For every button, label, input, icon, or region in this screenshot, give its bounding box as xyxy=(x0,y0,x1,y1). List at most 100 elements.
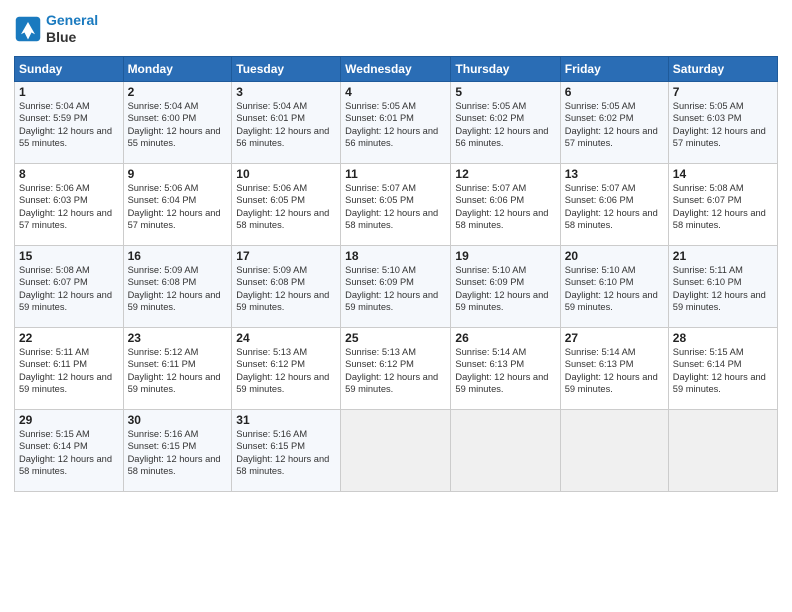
day-number: 29 xyxy=(19,413,119,427)
day-number: 26 xyxy=(455,331,555,345)
cell-info: Sunrise: 5:16 AMSunset: 6:15 PMDaylight:… xyxy=(128,429,221,477)
cell-info: Sunrise: 5:08 AMSunset: 6:07 PMDaylight:… xyxy=(673,183,766,231)
day-number: 16 xyxy=(128,249,228,263)
calendar-cell xyxy=(451,409,560,491)
calendar-header-tuesday: Tuesday xyxy=(232,56,341,81)
calendar-cell: 5 Sunrise: 5:05 AMSunset: 6:02 PMDayligh… xyxy=(451,81,560,163)
day-number: 25 xyxy=(345,331,446,345)
day-number: 8 xyxy=(19,167,119,181)
logo-text: General Blue xyxy=(46,12,98,46)
logo-icon xyxy=(14,15,42,43)
calendar-cell: 11 Sunrise: 5:07 AMSunset: 6:05 PMDaylig… xyxy=(341,163,451,245)
day-number: 23 xyxy=(128,331,228,345)
calendar-cell: 26 Sunrise: 5:14 AMSunset: 6:13 PMDaylig… xyxy=(451,327,560,409)
day-number: 2 xyxy=(128,85,228,99)
calendar-cell: 15 Sunrise: 5:08 AMSunset: 6:07 PMDaylig… xyxy=(15,245,124,327)
cell-info: Sunrise: 5:14 AMSunset: 6:13 PMDaylight:… xyxy=(455,347,548,395)
header: General Blue xyxy=(14,12,778,46)
calendar-cell: 21 Sunrise: 5:11 AMSunset: 6:10 PMDaylig… xyxy=(668,245,777,327)
calendar-cell: 3 Sunrise: 5:04 AMSunset: 6:01 PMDayligh… xyxy=(232,81,341,163)
calendar-cell: 7 Sunrise: 5:05 AMSunset: 6:03 PMDayligh… xyxy=(668,81,777,163)
calendar-header-row: SundayMondayTuesdayWednesdayThursdayFrid… xyxy=(15,56,778,81)
cell-info: Sunrise: 5:15 AMSunset: 6:14 PMDaylight:… xyxy=(19,429,112,477)
calendar-cell: 14 Sunrise: 5:08 AMSunset: 6:07 PMDaylig… xyxy=(668,163,777,245)
cell-info: Sunrise: 5:05 AMSunset: 6:01 PMDaylight:… xyxy=(345,101,438,149)
calendar-cell: 2 Sunrise: 5:04 AMSunset: 6:00 PMDayligh… xyxy=(123,81,232,163)
day-number: 1 xyxy=(19,85,119,99)
day-number: 13 xyxy=(565,167,664,181)
day-number: 20 xyxy=(565,249,664,263)
day-number: 31 xyxy=(236,413,336,427)
calendar-header-saturday: Saturday xyxy=(668,56,777,81)
cell-info: Sunrise: 5:10 AMSunset: 6:09 PMDaylight:… xyxy=(455,265,548,313)
cell-info: Sunrise: 5:06 AMSunset: 6:04 PMDaylight:… xyxy=(128,183,221,231)
cell-info: Sunrise: 5:04 AMSunset: 5:59 PMDaylight:… xyxy=(19,101,112,149)
cell-info: Sunrise: 5:16 AMSunset: 6:15 PMDaylight:… xyxy=(236,429,329,477)
cell-info: Sunrise: 5:07 AMSunset: 6:06 PMDaylight:… xyxy=(455,183,548,231)
calendar-cell: 24 Sunrise: 5:13 AMSunset: 6:12 PMDaylig… xyxy=(232,327,341,409)
cell-info: Sunrise: 5:12 AMSunset: 6:11 PMDaylight:… xyxy=(128,347,221,395)
calendar-header-monday: Monday xyxy=(123,56,232,81)
day-number: 15 xyxy=(19,249,119,263)
calendar-week-row: 1 Sunrise: 5:04 AMSunset: 5:59 PMDayligh… xyxy=(15,81,778,163)
cell-info: Sunrise: 5:13 AMSunset: 6:12 PMDaylight:… xyxy=(345,347,438,395)
calendar-header-thursday: Thursday xyxy=(451,56,560,81)
day-number: 24 xyxy=(236,331,336,345)
day-number: 18 xyxy=(345,249,446,263)
calendar-cell: 29 Sunrise: 5:15 AMSunset: 6:14 PMDaylig… xyxy=(15,409,124,491)
cell-info: Sunrise: 5:05 AMSunset: 6:03 PMDaylight:… xyxy=(673,101,766,149)
day-number: 10 xyxy=(236,167,336,181)
calendar-cell xyxy=(668,409,777,491)
calendar-cell: 31 Sunrise: 5:16 AMSunset: 6:15 PMDaylig… xyxy=(232,409,341,491)
calendar-table: SundayMondayTuesdayWednesdayThursdayFrid… xyxy=(14,56,778,492)
cell-info: Sunrise: 5:13 AMSunset: 6:12 PMDaylight:… xyxy=(236,347,329,395)
cell-info: Sunrise: 5:05 AMSunset: 6:02 PMDaylight:… xyxy=(565,101,658,149)
calendar-cell xyxy=(341,409,451,491)
cell-info: Sunrise: 5:09 AMSunset: 6:08 PMDaylight:… xyxy=(128,265,221,313)
calendar-cell: 12 Sunrise: 5:07 AMSunset: 6:06 PMDaylig… xyxy=(451,163,560,245)
day-number: 6 xyxy=(565,85,664,99)
day-number: 27 xyxy=(565,331,664,345)
day-number: 28 xyxy=(673,331,773,345)
calendar-cell: 23 Sunrise: 5:12 AMSunset: 6:11 PMDaylig… xyxy=(123,327,232,409)
cell-info: Sunrise: 5:14 AMSunset: 6:13 PMDaylight:… xyxy=(565,347,658,395)
calendar-cell: 9 Sunrise: 5:06 AMSunset: 6:04 PMDayligh… xyxy=(123,163,232,245)
day-number: 9 xyxy=(128,167,228,181)
calendar-cell: 13 Sunrise: 5:07 AMSunset: 6:06 PMDaylig… xyxy=(560,163,668,245)
calendar-cell: 30 Sunrise: 5:16 AMSunset: 6:15 PMDaylig… xyxy=(123,409,232,491)
calendar-cell: 22 Sunrise: 5:11 AMSunset: 6:11 PMDaylig… xyxy=(15,327,124,409)
calendar-header-sunday: Sunday xyxy=(15,56,124,81)
day-number: 21 xyxy=(673,249,773,263)
day-number: 14 xyxy=(673,167,773,181)
calendar-cell: 18 Sunrise: 5:10 AMSunset: 6:09 PMDaylig… xyxy=(341,245,451,327)
day-number: 19 xyxy=(455,249,555,263)
calendar-cell: 10 Sunrise: 5:06 AMSunset: 6:05 PMDaylig… xyxy=(232,163,341,245)
day-number: 11 xyxy=(345,167,446,181)
calendar-week-row: 29 Sunrise: 5:15 AMSunset: 6:14 PMDaylig… xyxy=(15,409,778,491)
cell-info: Sunrise: 5:04 AMSunset: 6:00 PMDaylight:… xyxy=(128,101,221,149)
cell-info: Sunrise: 5:11 AMSunset: 6:11 PMDaylight:… xyxy=(19,347,112,395)
cell-info: Sunrise: 5:05 AMSunset: 6:02 PMDaylight:… xyxy=(455,101,548,149)
calendar-cell: 17 Sunrise: 5:09 AMSunset: 6:08 PMDaylig… xyxy=(232,245,341,327)
day-number: 3 xyxy=(236,85,336,99)
day-number: 7 xyxy=(673,85,773,99)
cell-info: Sunrise: 5:06 AMSunset: 6:03 PMDaylight:… xyxy=(19,183,112,231)
cell-info: Sunrise: 5:15 AMSunset: 6:14 PMDaylight:… xyxy=(673,347,766,395)
calendar-cell: 4 Sunrise: 5:05 AMSunset: 6:01 PMDayligh… xyxy=(341,81,451,163)
day-number: 4 xyxy=(345,85,446,99)
calendar-cell xyxy=(560,409,668,491)
page-container: General Blue SundayMondayTuesdayWednesda… xyxy=(0,0,792,612)
calendar-cell: 25 Sunrise: 5:13 AMSunset: 6:12 PMDaylig… xyxy=(341,327,451,409)
cell-info: Sunrise: 5:10 AMSunset: 6:09 PMDaylight:… xyxy=(345,265,438,313)
day-number: 30 xyxy=(128,413,228,427)
calendar-cell: 6 Sunrise: 5:05 AMSunset: 6:02 PMDayligh… xyxy=(560,81,668,163)
cell-info: Sunrise: 5:08 AMSunset: 6:07 PMDaylight:… xyxy=(19,265,112,313)
calendar-cell: 20 Sunrise: 5:10 AMSunset: 6:10 PMDaylig… xyxy=(560,245,668,327)
cell-info: Sunrise: 5:10 AMSunset: 6:10 PMDaylight:… xyxy=(565,265,658,313)
calendar-cell: 19 Sunrise: 5:10 AMSunset: 6:09 PMDaylig… xyxy=(451,245,560,327)
cell-info: Sunrise: 5:07 AMSunset: 6:05 PMDaylight:… xyxy=(345,183,438,231)
logo: General Blue xyxy=(14,12,98,46)
calendar-week-row: 8 Sunrise: 5:06 AMSunset: 6:03 PMDayligh… xyxy=(15,163,778,245)
cell-info: Sunrise: 5:07 AMSunset: 6:06 PMDaylight:… xyxy=(565,183,658,231)
calendar-cell: 16 Sunrise: 5:09 AMSunset: 6:08 PMDaylig… xyxy=(123,245,232,327)
